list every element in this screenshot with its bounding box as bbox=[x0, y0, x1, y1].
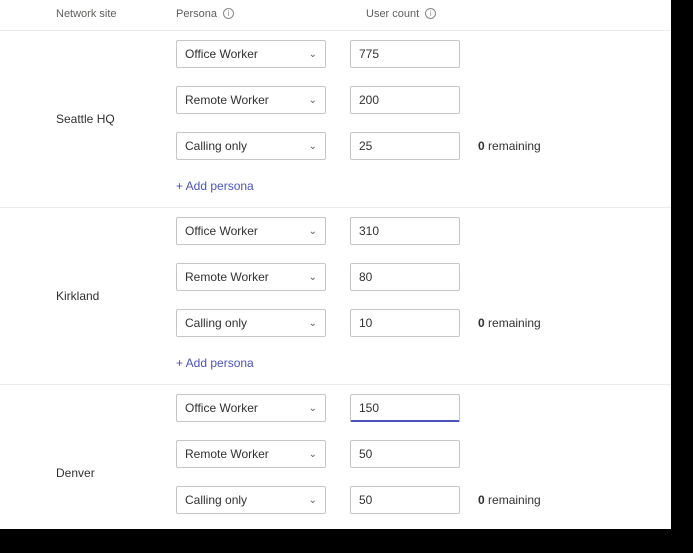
info-icon[interactable]: i bbox=[223, 8, 234, 19]
chevron-down-icon: ⌄ bbox=[309, 272, 317, 283]
user-count-input[interactable] bbox=[350, 217, 460, 245]
persona-rows: Office Worker⌄Remote Worker⌄Calling only… bbox=[160, 385, 671, 529]
persona-row: Remote Worker ⌄ bbox=[160, 77, 671, 123]
persona-select[interactable]: Calling only ⌄ bbox=[176, 309, 326, 337]
site-name: Kirkland bbox=[0, 289, 160, 303]
persona-select-label: Remote Worker bbox=[185, 270, 269, 284]
user-count-input[interactable] bbox=[350, 309, 460, 337]
user-count-input[interactable] bbox=[350, 486, 460, 514]
header-persona-label: Persona bbox=[176, 8, 217, 20]
persona-row: Office Worker ⌄ bbox=[160, 208, 671, 254]
persona-select-label: Office Worker bbox=[185, 401, 258, 415]
chevron-down-icon: ⌄ bbox=[309, 49, 317, 60]
remaining-count: 0 bbox=[478, 139, 485, 153]
user-count-input[interactable] bbox=[350, 394, 460, 422]
info-icon[interactable]: i bbox=[425, 8, 436, 19]
header-count: User count i bbox=[358, 8, 498, 20]
table-header: Network site Persona i User count i bbox=[0, 0, 671, 30]
site-row: Seattle HQOffice Worker⌄Remote Worker⌄Ca… bbox=[0, 31, 671, 207]
persona-select-label: Remote Worker bbox=[185, 447, 269, 461]
persona-select-label: Office Worker bbox=[185, 47, 258, 61]
persona-select-label: Office Worker bbox=[185, 224, 258, 238]
add-persona-link[interactable]: + Add persona bbox=[160, 346, 671, 384]
persona-select[interactable]: Office Worker ⌄ bbox=[176, 40, 326, 68]
user-count-input[interactable] bbox=[350, 440, 460, 468]
persona-select[interactable]: Calling only ⌄ bbox=[176, 486, 326, 514]
site-row: DenverOffice Worker⌄Remote Worker⌄Callin… bbox=[0, 385, 671, 529]
user-count-input[interactable] bbox=[350, 86, 460, 114]
remaining-label: 0 remaining bbox=[478, 139, 541, 153]
persona-select-label: Calling only bbox=[185, 316, 247, 330]
user-count-input[interactable] bbox=[350, 40, 460, 68]
persona-row: Office Worker ⌄ bbox=[160, 385, 671, 431]
remaining-suffix: remaining bbox=[485, 139, 541, 153]
header-count-label: User count bbox=[366, 8, 419, 20]
add-persona-link[interactable]: + Add persona bbox=[160, 169, 671, 207]
persona-row: Remote Worker ⌄ bbox=[160, 431, 671, 477]
site-row: KirklandOffice Worker⌄Remote Worker⌄Call… bbox=[0, 208, 671, 384]
chevron-down-icon: ⌄ bbox=[309, 449, 317, 460]
remaining-suffix: remaining bbox=[485, 316, 541, 330]
persona-select[interactable]: Remote Worker ⌄ bbox=[176, 440, 326, 468]
persona-select[interactable]: Office Worker ⌄ bbox=[176, 394, 326, 422]
persona-select[interactable]: Calling only ⌄ bbox=[176, 132, 326, 160]
site-name: Denver bbox=[0, 466, 160, 480]
user-count-input[interactable] bbox=[350, 132, 460, 160]
site-name: Seattle HQ bbox=[0, 112, 160, 126]
header-site: Network site bbox=[0, 8, 160, 20]
remaining-suffix: remaining bbox=[485, 493, 541, 507]
persona-select-label: Remote Worker bbox=[185, 93, 269, 107]
site-block: DenverOffice Worker⌄Remote Worker⌄Callin… bbox=[0, 384, 671, 529]
persona-rows: Office Worker⌄Remote Worker⌄Calling only… bbox=[160, 208, 671, 384]
network-planner-panel: Network site Persona i User count i Seat… bbox=[0, 0, 671, 529]
remaining-label: 0 remaining bbox=[478, 493, 541, 507]
site-block: Seattle HQOffice Worker⌄Remote Worker⌄Ca… bbox=[0, 30, 671, 207]
persona-select[interactable]: Remote Worker ⌄ bbox=[176, 263, 326, 291]
persona-row: Remote Worker ⌄ bbox=[160, 254, 671, 300]
remaining-count: 0 bbox=[478, 316, 485, 330]
persona-select[interactable]: Remote Worker ⌄ bbox=[176, 86, 326, 114]
remaining-label: 0 remaining bbox=[478, 316, 541, 330]
persona-row: Calling only ⌄ 0 remaining bbox=[160, 300, 671, 346]
header-persona: Persona i bbox=[160, 8, 358, 20]
chevron-down-icon: ⌄ bbox=[309, 495, 317, 506]
chevron-down-icon: ⌄ bbox=[309, 403, 317, 414]
chevron-down-icon: ⌄ bbox=[309, 141, 317, 152]
persona-row: Calling only ⌄ 0 remaining bbox=[160, 123, 671, 169]
site-block: KirklandOffice Worker⌄Remote Worker⌄Call… bbox=[0, 207, 671, 384]
remaining-count: 0 bbox=[478, 493, 485, 507]
persona-row: Office Worker ⌄ bbox=[160, 31, 671, 77]
user-count-input[interactable] bbox=[350, 263, 460, 291]
chevron-down-icon: ⌄ bbox=[309, 318, 317, 329]
chevron-down-icon: ⌄ bbox=[309, 95, 317, 106]
persona-rows: Office Worker⌄Remote Worker⌄Calling only… bbox=[160, 31, 671, 207]
persona-row: Calling only ⌄ 0 remaining bbox=[160, 477, 671, 523]
persona-select-label: Calling only bbox=[185, 493, 247, 507]
persona-select-label: Calling only bbox=[185, 139, 247, 153]
chevron-down-icon: ⌄ bbox=[309, 226, 317, 237]
add-persona-link[interactable]: + Add persona bbox=[160, 523, 671, 529]
persona-select[interactable]: Office Worker ⌄ bbox=[176, 217, 326, 245]
